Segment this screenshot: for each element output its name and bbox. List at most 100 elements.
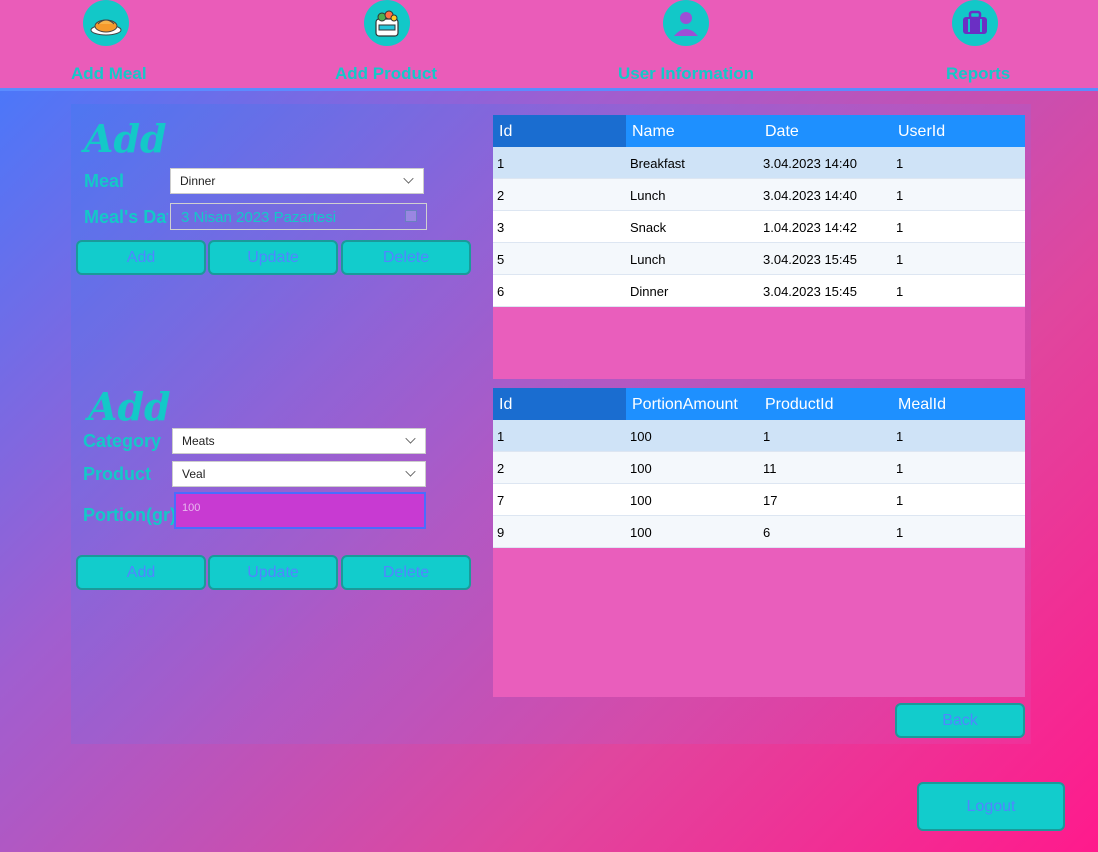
table-row[interactable]: 6 Dinner 3.04.2023 15:45 1 [493, 275, 1025, 307]
nav-add-product-label: Add Product [335, 64, 437, 83]
table-cell: Snack [630, 220, 667, 235]
chevron-down-icon [405, 466, 416, 477]
table-row[interactable]: 1 Breakfast 3.04.2023 14:40 1 [493, 147, 1025, 179]
portion-input-value: 100 [182, 502, 201, 514]
column-header[interactable]: UserId [892, 115, 1025, 147]
meal-combobox-value: Dinner [180, 174, 216, 188]
meal-add-button[interactable]: Add [76, 240, 206, 275]
table-row[interactable]: 2 100 11 1 [493, 452, 1025, 484]
table-cell: Breakfast [630, 156, 685, 171]
table-cell: 3.04.2023 14:40 [763, 188, 857, 203]
product-combobox[interactable]: Veal [172, 461, 426, 487]
product-delete-button[interactable]: Delete [341, 555, 471, 590]
table-cell: 1 [497, 429, 505, 444]
nav-reports[interactable]: Reports [944, 0, 1014, 90]
table-cell: 9 [497, 525, 505, 540]
product-combobox-value: Veal [182, 467, 206, 481]
table-cell: 6 [497, 284, 505, 299]
meal-date-value: 3 Nisan 2023 Pazartesi [181, 209, 337, 226]
table-row[interactable]: 3 Snack 1.04.2023 14:42 1 [493, 211, 1025, 243]
meal-delete-button[interactable]: Delete [341, 240, 471, 275]
meals-grid[interactable]: Id Name Date UserId 1 Breakfast 3.04.202… [493, 115, 1025, 379]
column-header[interactable]: Name [626, 115, 759, 147]
table-cell: Lunch [630, 252, 666, 267]
table-row[interactable]: 7 100 17 1 [493, 484, 1025, 516]
grocery-bag-icon [364, 0, 410, 46]
calendar-icon[interactable] [405, 210, 417, 222]
product-add-button[interactable]: Add [76, 555, 206, 590]
nav-user-information[interactable]: User Information [616, 0, 766, 90]
table-cell: 1 [896, 156, 904, 171]
table-cell: 1 [896, 252, 904, 267]
user-icon [663, 0, 709, 46]
table-cell: 17 [763, 493, 778, 508]
table-cell: 1 [896, 461, 904, 476]
meal-update-button[interactable]: Update [208, 240, 338, 275]
column-header[interactable]: Id [493, 388, 626, 420]
column-header[interactable]: ProductId [759, 388, 892, 420]
table-cell: Lunch [630, 188, 666, 203]
table-cell: 2 [497, 461, 505, 476]
product-update-button[interactable]: Update [208, 555, 338, 590]
category-label: Category [83, 431, 162, 451]
table-cell: 100 [630, 429, 652, 444]
table-cell: 11 [763, 461, 777, 476]
table-cell: 6 [763, 525, 771, 540]
table-cell: 1.04.2023 14:42 [763, 220, 857, 235]
table-cell: 3.04.2023 15:45 [763, 252, 857, 267]
portion-label: Portion(gr) [83, 505, 176, 525]
nav-add-meal-label: Add Meal [71, 64, 147, 83]
meal-date-label: Meal's Date [84, 207, 168, 227]
table-row[interactable]: 5 Lunch 3.04.2023 15:45 1 [493, 243, 1025, 275]
portion-input[interactable]: 100 [174, 492, 426, 529]
portions-grid-header: Id PortionAmount ProductId MealId [493, 388, 1025, 420]
table-row[interactable]: 2 Lunch 3.04.2023 14:40 1 [493, 179, 1025, 211]
column-header[interactable]: Id [493, 115, 626, 147]
meal-date-picker[interactable]: 3 Nisan 2023 Pazartesi [170, 203, 427, 230]
table-cell: 1 [896, 188, 904, 203]
chevron-down-icon [405, 433, 416, 444]
logout-button[interactable]: Logout [917, 782, 1065, 831]
nav-add-product[interactable]: Add Product [333, 0, 445, 90]
table-cell: 3.04.2023 14:40 [763, 156, 857, 171]
meal-plate-icon [83, 0, 129, 46]
table-cell: 1 [896, 493, 904, 508]
meal-date-label-clip: Meal's Date [84, 207, 168, 229]
meal-label: Meal [84, 171, 125, 191]
nav-reports-label: Reports [946, 64, 1011, 83]
table-cell: 1 [896, 525, 904, 540]
top-nav-bar: Add Meal Add Product User Information Re… [0, 0, 1098, 91]
briefcase-icon [952, 0, 998, 46]
table-cell: 2 [497, 188, 505, 203]
table-row[interactable]: 1 100 1 1 [493, 420, 1025, 452]
table-cell: 1 [497, 156, 505, 171]
table-row[interactable]: 9 100 6 1 [493, 516, 1025, 548]
column-header[interactable]: Date [759, 115, 892, 147]
table-cell: 100 [630, 493, 652, 508]
table-cell: 7 [497, 493, 505, 508]
table-cell: 1 [896, 220, 904, 235]
column-header[interactable]: MealId [892, 388, 1025, 420]
meals-grid-header: Id Name Date UserId [493, 115, 1025, 147]
table-cell: 3 [497, 220, 505, 235]
category-combobox-value: Meats [182, 434, 215, 448]
table-cell: 1 [896, 284, 904, 299]
portions-grid[interactable]: Id PortionAmount ProductId MealId 1 100 … [493, 388, 1025, 697]
back-button[interactable]: Back [895, 703, 1025, 738]
nav-user-information-label: User Information [618, 64, 755, 83]
product-section-title: Add [88, 384, 171, 429]
category-combobox[interactable]: Meats [172, 428, 426, 454]
table-cell: 100 [630, 525, 652, 540]
chevron-down-icon [403, 173, 414, 184]
nav-add-meal[interactable]: Add Meal [68, 0, 158, 90]
table-cell: 1 [896, 429, 904, 444]
table-cell: 1 [763, 429, 771, 444]
table-cell: Dinner [630, 284, 669, 299]
table-cell: 100 [630, 461, 652, 476]
product-label: Product [83, 464, 152, 484]
meal-combobox[interactable]: Dinner [170, 168, 424, 194]
table-cell: 5 [497, 252, 505, 267]
meal-section-title: Add [84, 116, 167, 161]
column-header[interactable]: PortionAmount [626, 388, 759, 420]
table-cell: 3.04.2023 15:45 [763, 284, 857, 299]
